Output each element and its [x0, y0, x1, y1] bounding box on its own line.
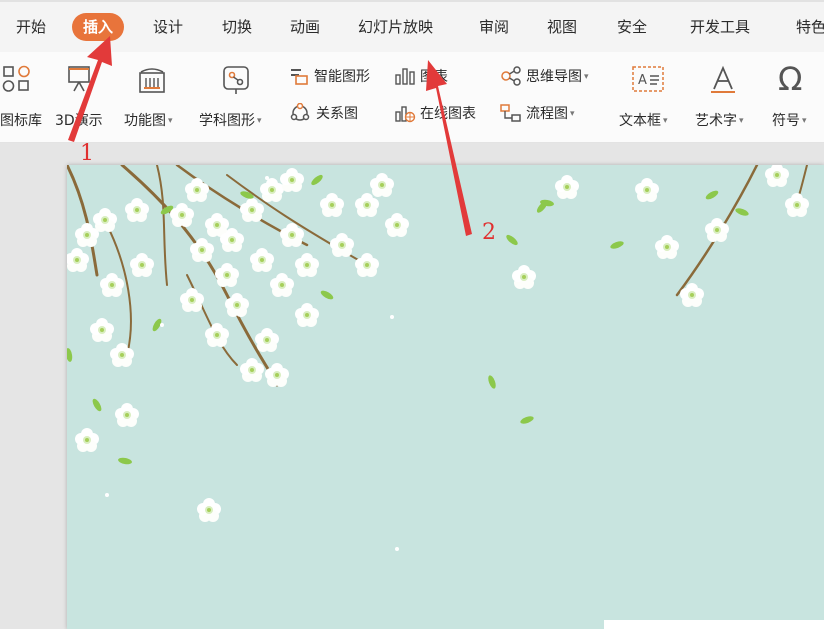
arrow-to-chart-button — [426, 60, 472, 236]
annotation-arrows — [68, 36, 472, 236]
annotation-number-2: 2 — [482, 220, 496, 245]
arrow-to-insert-tab — [68, 36, 112, 142]
annotation-number-1: 1 — [80, 141, 94, 166]
